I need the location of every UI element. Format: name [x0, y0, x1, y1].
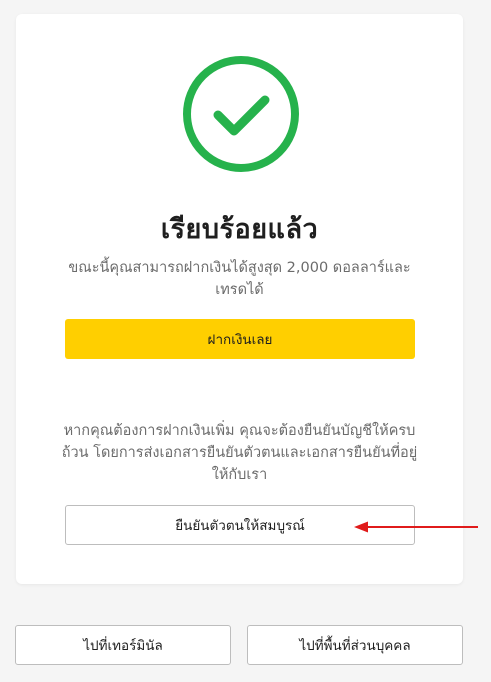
- success-message: ขณะนี้คุณสามารถฝากเงินได้สูงสุด 2,000 ดอ…: [68, 260, 411, 298]
- check-circle-icon: [183, 56, 299, 172]
- go-to-terminal-button[interactable]: ไปที่เทอร์มินัล: [15, 625, 231, 665]
- verification-info-text: หากคุณต้องการฝากเงินเพิ่ม คุณจะต้องยืนยั…: [61, 423, 418, 483]
- deposit-now-button[interactable]: ฝากเงินเลย: [65, 319, 415, 359]
- annotation-arrow-icon: [354, 521, 478, 533]
- success-title: เรียบร้อยแล้ว: [160, 214, 319, 245]
- success-card: เรียบร้อยแล้ว ขณะนี้คุณสามารถฝากเงินได้ส…: [16, 14, 463, 584]
- go-to-personal-area-button[interactable]: ไปที่พื้นที่ส่วนบุคคล: [247, 625, 463, 665]
